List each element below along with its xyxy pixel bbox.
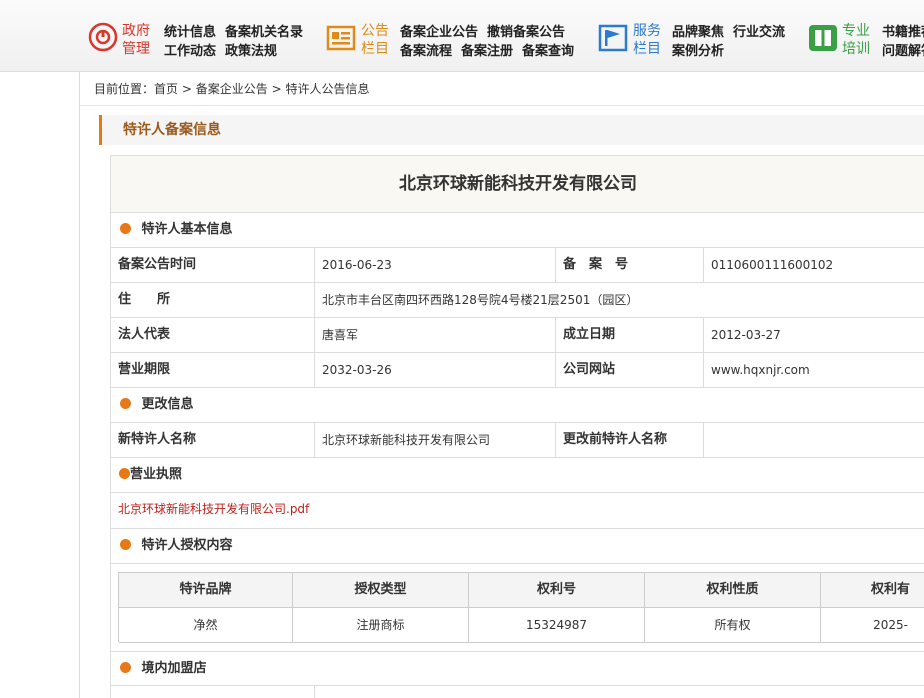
nav-title-training[interactable]: 专业 培训 [842,22,870,58]
nav-link-exchange[interactable]: 行业交流 [733,25,785,40]
nav-links-training: 书籍推荐 问题解答 [882,23,924,60]
nav-group-training: 专业培训 书籍推荐 问题解答 [808,20,924,60]
breadcrumb: 目前位置：首页 > 备案企业公告 > 特许人公告信息 [80,72,924,106]
field-label: 成立日期 [563,327,616,342]
breadcrumb-current: 特许人公告信息 [285,82,370,96]
nav-link-brand[interactable]: 品牌聚焦 [672,25,724,40]
gov-management-icon [88,22,118,52]
field-label: 更改前特许人名称 [563,432,668,447]
nav-title-gov[interactable]: 政府 管理 [122,22,150,58]
top-navigation: 政府 管理 统计信息 备案机关名录 工作动态 政策法规 公告 栏目 备案企业公告 撤销备案… [0,0,924,72]
table-cell: 注册商标 [293,608,469,643]
nav-link-qa[interactable]: 问题解答 [882,44,924,59]
nav-group-service: 服务 栏目 品牌聚焦 行业交流 案例分析 [598,20,798,60]
nav-link-filed-companies[interactable]: 备案企业公告 [400,25,478,40]
table-cell: 15324987 [469,608,645,643]
breadcrumb-sep: > [271,82,282,96]
table-header: 授权类型 [293,573,469,608]
nav-link-revoked[interactable]: 撤销备案公告 [487,25,565,40]
nav-links-notice: 备案企业公告 撤销备案公告 备案流程 备案注册 备案查询 [400,23,583,61]
field-label: 营业期限 [118,362,171,377]
field-value: 2016-06-23 [322,258,392,272]
section-title: 特许人备案信息 [123,122,221,138]
breadcrumb-filed-companies[interactable]: 备案企业公告 [196,82,268,96]
field-value: 唐喜军 [322,328,359,342]
table-header: 权利号 [469,573,645,608]
bullet-icon [120,662,131,673]
franchisor-info-panel: 北京环球新能科技开发有限公司 特许人基本信息 备案公告时间 2016-06-23… [110,155,924,698]
bullet-icon [120,223,131,234]
nav-link-query[interactable]: 备案查询 [522,44,574,59]
info-row: 法人代表 唐喜军 成立日期 2012-03-27 [111,318,924,353]
change-info-heading: 更改信息 [111,388,924,423]
table-cell: 2025- [821,608,924,643]
field-label: 公司网站 [563,362,616,377]
breadcrumb-label: 目前位置： [94,82,155,96]
table-cell: 净然 [119,608,293,643]
rights-table: 特许品牌 授权类型 权利号 权利性质 权利有 净然 注册商标 15324987 … [118,572,924,643]
nav-title-service[interactable]: 服务 栏目 [633,22,661,58]
info-row: 备案公告时间 2016-06-23 备 案 号 0110600111600102 [111,248,924,283]
field-label: 备 案 号 [563,257,629,272]
bullet-icon [120,398,131,409]
field-label: 法人代表 [118,327,171,342]
nav-links-gov: 统计信息 备案机关名录 工作动态 政策法规 [164,23,312,61]
book-icon [809,25,837,51]
nav-link-books[interactable]: 书籍推荐 [882,25,924,40]
table-header: 特许品牌 [119,573,293,608]
section-header: 特许人备案信息 [99,115,924,145]
nav-link-policy[interactable]: 政策法规 [225,44,277,59]
nav-link-process[interactable]: 备案流程 [400,44,452,59]
company-website-link[interactable]: www.hqxnjr.com [704,353,810,388]
license-file-row: 北京环球新能科技开发有限公司.pdf [111,493,924,529]
nav-link-register[interactable]: 备案注册 [461,44,513,59]
basic-info-heading: 特许人基本信息 [111,213,924,248]
field-value: 北京环球新能科技开发有限公司 [322,433,491,447]
nav-group-gov: 政府 管理 统计信息 备案机关名录 工作动态 政策法规 [88,20,318,60]
nav-group-notice: 公告 栏目 备案企业公告 撤销备案公告 备案流程 备案注册 备案查询 [326,20,588,60]
flag-icon [598,24,628,52]
field-label: 备案公告时间 [118,257,197,272]
info-row: 营业期限 2032-03-26 公司网站 www.hqxnjr.com [111,353,924,388]
franchise-stores-heading: 境内加盟店 [111,651,924,686]
nav-link-authority-list[interactable]: 备案机关名录 [225,25,303,40]
field-label: 住 所 [118,292,171,307]
field-label: 新特许人名称 [118,432,197,447]
table-header: 权利有 [821,573,924,608]
nav-link-news[interactable]: 工作动态 [164,44,216,59]
nav-link-stats[interactable]: 统计信息 [164,25,216,40]
field-value: 0110600111600102 [711,258,834,272]
company-name: 北京环球新能科技开发有限公司 [111,155,924,213]
nav-title-notice[interactable]: 公告 栏目 [361,22,389,58]
license-heading: 营业执照 [111,458,924,493]
bullet-icon [119,468,130,479]
field-value: 2032-03-26 [322,363,392,377]
info-row: 住 所 北京市丰台区南四环西路128号院4号楼21层2501（园区） [111,283,924,318]
field-value: 2012-03-27 [711,328,781,342]
breadcrumb-home[interactable]: 首页 [154,82,178,96]
table-header: 权利性质 [645,573,821,608]
info-row [111,686,924,698]
nav-link-cases[interactable]: 案例分析 [672,44,724,59]
license-pdf-link[interactable]: 北京环球新能科技开发有限公司.pdf [118,502,309,516]
table-cell: 所有权 [645,608,821,643]
nav-links-service: 品牌聚焦 行业交流 案例分析 [672,23,794,61]
breadcrumb-sep: > [181,82,192,96]
notice-board-icon [326,25,356,51]
bullet-icon [120,539,131,550]
left-column [0,72,80,698]
info-row: 新特许人名称 北京环球新能科技开发有限公司 更改前特许人名称 [111,423,924,458]
field-value: 北京市丰台区南四环西路128号院4号楼21层2501（园区） [322,293,639,307]
rights-heading: 特许人授权内容 [111,529,924,564]
field-value [704,423,711,458]
